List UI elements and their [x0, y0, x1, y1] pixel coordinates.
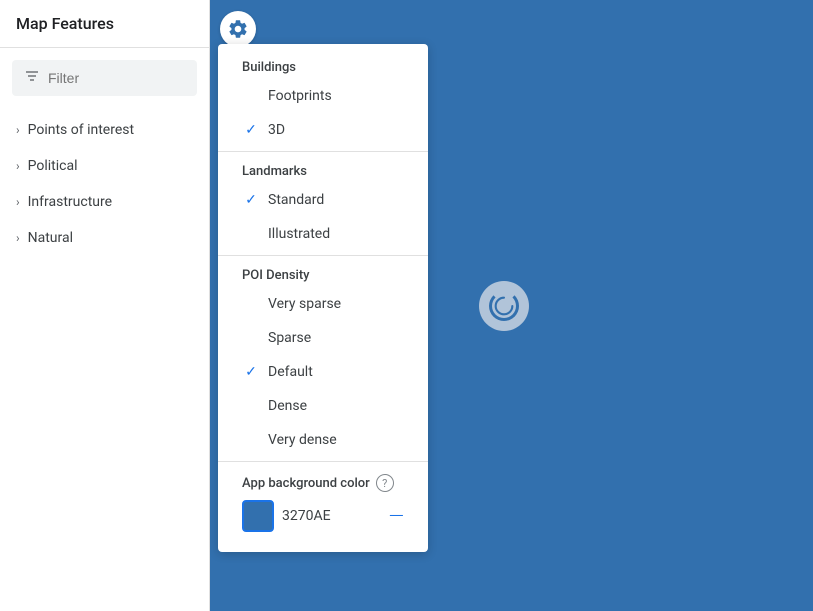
buildings-section-label: Buildings [218, 52, 428, 79]
loading-spinner [479, 281, 529, 331]
dropdown-item-very-sparse[interactable]: ✓ Very sparse [218, 287, 428, 321]
landmarks-section-label: Landmarks [218, 156, 428, 183]
reset-color-button[interactable]: — [389, 506, 404, 526]
sidebar-header: Map Features [0, 0, 209, 48]
chevron-icon: › [16, 159, 20, 173]
footprints-label: Footprints [268, 88, 332, 104]
sidebar-item-natural[interactable]: › Natural [0, 220, 209, 256]
sidebar-item-points-of-interest[interactable]: › Points of interest [0, 112, 209, 148]
divider-2 [218, 255, 428, 256]
settings-dropdown: Buildings ✓ Footprints ✓ 3D Landmarks ✓ … [218, 44, 428, 552]
chevron-icon: › [16, 195, 20, 209]
check-icon-3d: ✓ [242, 121, 260, 139]
illustrated-label: Illustrated [268, 226, 330, 242]
sidebar-list: › Points of interest › Political › Infra… [0, 108, 209, 260]
chevron-icon: › [16, 231, 20, 245]
sparse-label: Sparse [268, 330, 311, 346]
sidebar-item-label: Points of interest [28, 122, 134, 138]
standard-label: Standard [268, 192, 324, 208]
help-icon[interactable]: ? [376, 474, 394, 492]
dropdown-item-dense[interactable]: ✓ Dense [218, 389, 428, 423]
bg-color-row: 3270AE — [242, 500, 404, 532]
dropdown-item-standard[interactable]: ✓ Standard [218, 183, 428, 217]
dropdown-item-illustrated[interactable]: ✓ Illustrated [218, 217, 428, 251]
color-value: 3270AE [282, 508, 381, 524]
color-swatch[interactable] [242, 500, 274, 532]
filter-icon [24, 68, 40, 88]
dense-label: Dense [268, 398, 307, 414]
very-dense-label: Very dense [268, 432, 337, 448]
sidebar-item-infrastructure[interactable]: › Infrastructure [0, 184, 209, 220]
divider-1 [218, 151, 428, 152]
filter-bar[interactable] [12, 60, 197, 96]
dropdown-item-very-dense[interactable]: ✓ Very dense [218, 423, 428, 457]
check-icon-default: ✓ [242, 363, 260, 381]
very-sparse-label: Very sparse [268, 296, 341, 312]
dropdown-item-3d[interactable]: ✓ 3D [218, 113, 428, 147]
sidebar-item-label: Natural [28, 230, 73, 246]
check-icon-standard: ✓ [242, 191, 260, 209]
dropdown-item-sparse[interactable]: ✓ Sparse [218, 321, 428, 355]
dropdown-item-default[interactable]: ✓ Default [218, 355, 428, 389]
spinner-icon [489, 291, 519, 321]
poi-density-section-label: POI Density [218, 260, 428, 287]
default-label: Default [268, 364, 313, 380]
chevron-icon: › [16, 123, 20, 137]
sidebar-title: Map Features [16, 14, 114, 33]
divider-3 [218, 461, 428, 462]
sidebar-item-political[interactable]: › Political [0, 148, 209, 184]
bg-color-label: App background color [242, 476, 370, 491]
dropdown-item-footprints[interactable]: ✓ Footprints [218, 79, 428, 113]
bg-color-section: App background color ? 3270AE — [218, 466, 428, 544]
filter-input[interactable] [48, 70, 185, 86]
settings-button[interactable] [220, 11, 256, 47]
sidebar-item-label: Political [28, 158, 78, 174]
sidebar: Map Features › Points of interest › Poli… [0, 0, 210, 611]
bg-color-header: App background color ? [242, 474, 404, 492]
sidebar-item-label: Infrastructure [28, 194, 112, 210]
3d-label: 3D [268, 122, 285, 138]
